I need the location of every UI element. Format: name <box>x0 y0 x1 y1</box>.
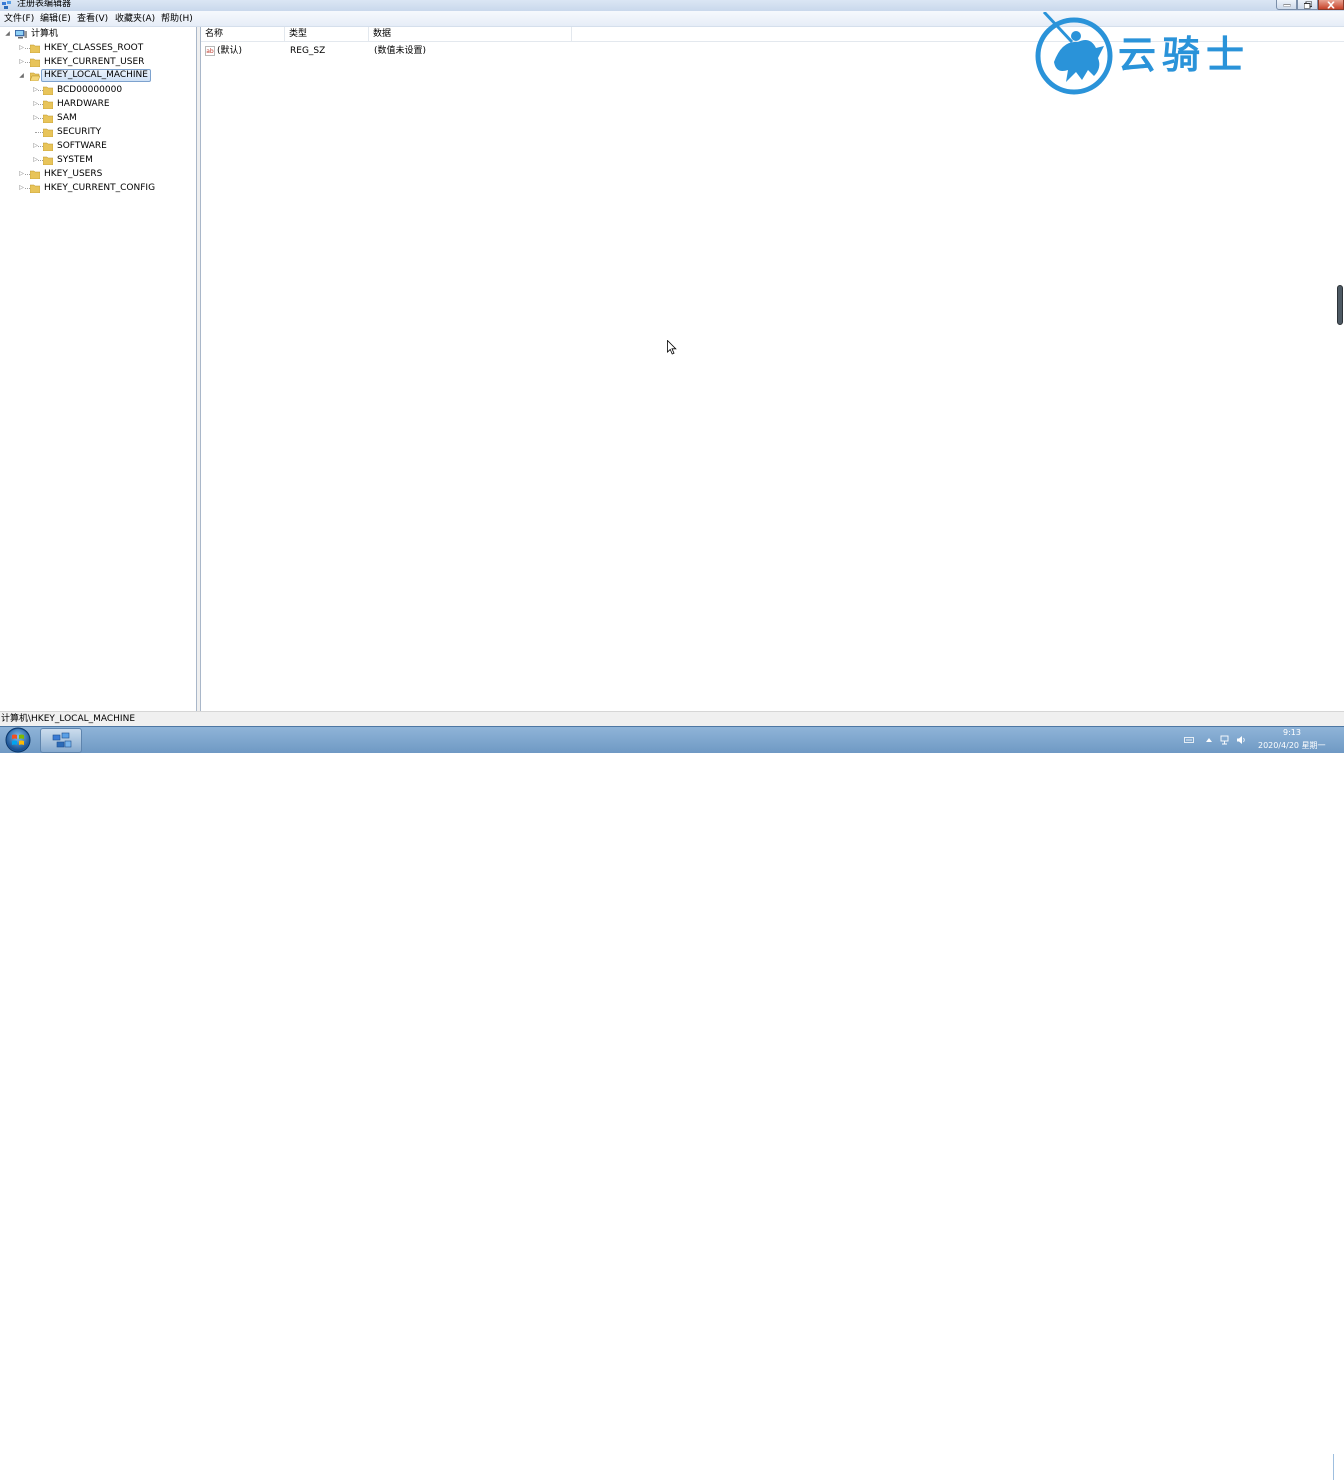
menu-favorites[interactable]: 收藏夹(A) <box>115 13 155 25</box>
expand-icon[interactable]: ▷ <box>18 167 25 181</box>
tree-item-hkey-users[interactable]: ▷ HKEY_USERS <box>0 167 197 181</box>
tree-item-label: HKEY_CURRENT_USER <box>44 57 145 67</box>
collapse-icon[interactable]: ◢ <box>18 69 25 83</box>
tree-item-hkey-current-config[interactable]: ▷ HKEY_CURRENT_CONFIG <box>0 181 197 195</box>
expand-icon[interactable]: ▷ <box>18 181 25 195</box>
tree-item-label: SOFTWARE <box>57 141 107 151</box>
clock-time[interactable]: 9:13 <box>1283 727 1301 738</box>
taskbar <box>0 726 1344 1480</box>
tree-item-label: HARDWARE <box>57 99 110 109</box>
tree-item-hkey-local-machine[interactable]: ◢ HKEY_LOCAL_MACHINE <box>0 69 197 83</box>
column-header-type[interactable]: 类型 <box>285 27 369 42</box>
values-list[interactable]: 名称 类型 数据 ab (默认) REG_SZ (数值未设置) <box>200 27 1344 711</box>
tree-item-label: HKEY_USERS <box>44 169 103 179</box>
computer-icon <box>15 30 27 39</box>
tree-item-label: HKEY_CLASSES_ROOT <box>44 43 144 53</box>
tree-item-system[interactable]: ▷ SYSTEM <box>0 153 197 167</box>
value-data: (数值未设置) <box>374 46 427 56</box>
folder-icon <box>43 128 53 137</box>
tree-item-label: SAM <box>57 113 77 123</box>
tray-expand-icon[interactable] <box>1204 735 1214 745</box>
folder-icon <box>43 114 53 123</box>
mouse-cursor-icon <box>667 340 677 355</box>
restore-button[interactable] <box>1297 0 1318 10</box>
clock-date[interactable]: 2020/4/20 星期一 <box>1258 740 1326 751</box>
tree-item-label: BCD00000000 <box>57 85 123 95</box>
restore-icon <box>1303 1 1312 8</box>
tree-item-bcd[interactable]: ▷ BCD00000000 <box>0 83 197 97</box>
folder-icon <box>43 142 53 151</box>
folder-icon <box>43 156 53 165</box>
status-bar: 计算机\HKEY_LOCAL_MACHINE <box>0 711 1344 726</box>
close-icon <box>1327 1 1335 8</box>
window-title: 注册表编辑器 <box>17 0 72 9</box>
value-name: (默认) <box>217 46 243 56</box>
folder-icon <box>30 170 40 179</box>
keyboard-icon[interactable] <box>1184 735 1194 745</box>
regedit-icon <box>52 732 72 748</box>
tree-item-software[interactable]: ▷ SOFTWARE <box>0 139 197 153</box>
title-bar: 注册表编辑器 <box>0 0 1344 11</box>
menu-file[interactable]: 文件(F) <box>4 13 34 25</box>
expand-icon[interactable]: ▷ <box>18 41 25 55</box>
string-value-icon: ab <box>205 46 215 56</box>
watermark-text: 云骑士 <box>1118 33 1251 77</box>
column-header-data[interactable]: 数据 <box>369 27 572 42</box>
folder-icon <box>43 86 53 95</box>
status-path: 计算机\HKEY_LOCAL_MACHINE <box>1 714 136 724</box>
folder-icon <box>43 100 53 109</box>
folder-icon <box>30 58 40 67</box>
tree-item-hardware[interactable]: ▷ HARDWARE <box>0 97 197 111</box>
tree-item-label: HKEY_CURRENT_CONFIG <box>44 183 156 193</box>
start-orb-icon[interactable] <box>2 727 34 753</box>
tree-item-label: SYSTEM <box>57 155 93 165</box>
registry-tree[interactable]: ◢ 计算机 ▷ HKEY_CLASSES_ROOT ▷ HKEY_CURRENT… <box>0 27 197 711</box>
close-button[interactable] <box>1318 0 1344 10</box>
show-desktop-button[interactable] <box>1333 1454 1344 1480</box>
list-item[interactable]: ab (默认) REG_SZ (数值未设置) <box>201 44 601 58</box>
scrollbar-thumb[interactable] <box>1337 285 1343 325</box>
tree-item-label: 计算机 <box>31 29 59 39</box>
tree-item-sam[interactable]: ▷ SAM <box>0 111 197 125</box>
tree-item-computer[interactable]: ◢ 计算机 <box>0 27 197 41</box>
expand-icon[interactable]: ▷ <box>18 55 25 69</box>
regedit-icon <box>2 1 11 9</box>
minimize-icon <box>1283 3 1290 6</box>
tree-item-label: HKEY_LOCAL_MACHINE <box>41 69 151 82</box>
folder-icon <box>30 184 40 193</box>
minimize-button[interactable] <box>1276 0 1297 10</box>
folder-open-icon <box>30 72 40 81</box>
menu-help[interactable]: 帮助(H) <box>161 13 193 25</box>
taskbar-regedit-button[interactable] <box>40 728 82 753</box>
menu-edit[interactable]: 编辑(E) <box>40 13 71 25</box>
tree-item-hkey-classes-root[interactable]: ▷ HKEY_CLASSES_ROOT <box>0 41 197 55</box>
tree-item-label: SECURITY <box>57 127 102 137</box>
tree-line <box>35 132 43 133</box>
tree-item-hkey-current-user[interactable]: ▷ HKEY_CURRENT_USER <box>0 55 197 69</box>
tree-item-security[interactable]: SECURITY <box>0 125 197 139</box>
volume-icon[interactable] <box>1236 735 1246 745</box>
column-header-name[interactable]: 名称 <box>201 27 285 42</box>
menu-view[interactable]: 查看(V) <box>77 13 108 25</box>
network-icon[interactable] <box>1220 735 1230 745</box>
svg-text:ab: ab <box>206 48 214 55</box>
collapse-icon[interactable]: ◢ <box>4 27 11 41</box>
value-type: REG_SZ <box>290 46 326 56</box>
folder-icon <box>30 44 40 53</box>
